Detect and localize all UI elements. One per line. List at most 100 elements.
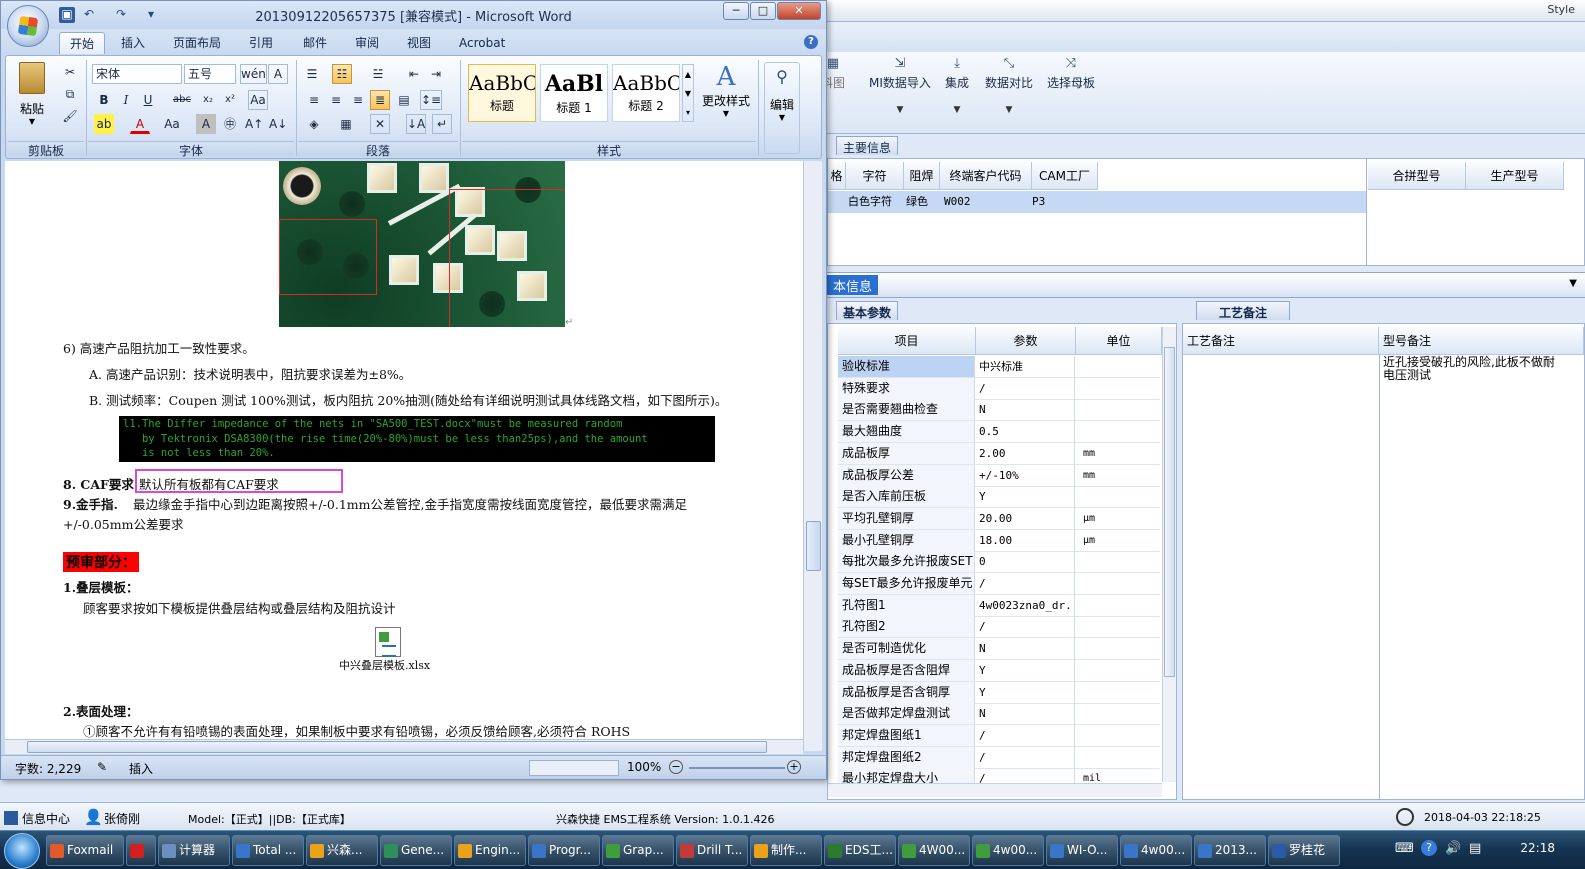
close-button[interactable]: ✕ [777, 2, 821, 20]
help-icon[interactable]: ? [804, 35, 818, 49]
start-button[interactable] [4, 833, 40, 869]
grid-header[interactable]: 格 [828, 162, 846, 190]
table-row[interactable]: 邦定焊盘图纸2/ [838, 746, 1160, 769]
horizontal-scrollbar[interactable] [828, 783, 1162, 797]
taskbar-button[interactable]: 罗桂花 [1268, 835, 1340, 866]
grid-header[interactable]: 生产型号 [1466, 162, 1564, 190]
taskbar-button[interactable]: Progr... [528, 835, 600, 866]
style-heading-1[interactable]: AaBl 标题 1 [540, 64, 608, 122]
taskbar-button[interactable]: 4w00... [972, 835, 1044, 866]
vertical-scrollbar[interactable] [1162, 327, 1176, 782]
taskbar-button[interactable]: Total ... [232, 835, 304, 866]
shading-icon[interactable]: ◈ [304, 114, 324, 134]
numbering-icon[interactable]: ☷ [332, 64, 352, 84]
table-row[interactable]: 邦定焊盘图纸1/ [838, 724, 1160, 747]
table-row[interactable]: 最小孔壁铜厚 18.00 μm [838, 529, 1160, 552]
tab-review[interactable]: 审阅 [345, 32, 389, 54]
decrease-indent-icon[interactable]: ⇤ [404, 64, 424, 84]
taskbar-button[interactable]: Grap... [602, 835, 674, 866]
param-value[interactable]: / [976, 573, 1075, 594]
param-value[interactable]: Y [976, 659, 1075, 681]
taskbar-button[interactable]: 兴森... [306, 835, 378, 866]
table-row[interactable]: 验收标准 中兴标准 [838, 356, 1160, 378]
info-center-label[interactable]: 信息中心 [22, 810, 70, 827]
font-color-icon[interactable]: A [130, 114, 150, 134]
style-menu[interactable]: Style [1547, 3, 1575, 16]
tab-insert[interactable]: 插入 [111, 32, 155, 54]
taskbar-button[interactable]: Engin... [454, 835, 526, 866]
style-heading-2[interactable]: AaBbC 标题 2 [612, 64, 680, 122]
model-note-text[interactable]: 近孔接受破孔的风险,此板不做耐电压测试 [1383, 356, 1563, 382]
taskbar-button[interactable]: WI-O... [1046, 835, 1118, 866]
taskbar-button[interactable]: 计算器 [158, 835, 230, 866]
param-value[interactable]: 0 [976, 551, 1075, 573]
grid-header-unit[interactable]: 单位 [1076, 327, 1162, 355]
param-value[interactable]: / [976, 724, 1075, 746]
enclose-char-icon[interactable]: ㊥ [220, 114, 240, 134]
grid-header[interactable]: 终端客户代码 [940, 162, 1032, 190]
paste-button[interactable]: 粘贴 ▼ [14, 62, 50, 132]
taskbar-button[interactable]: 4w00... [1120, 835, 1192, 866]
taskbar-button[interactable]: 4W00... [898, 835, 970, 866]
char-shading-icon[interactable]: A [196, 114, 216, 134]
tab-craft-notes[interactable]: 工艺备注 [1196, 301, 1291, 320]
align-center-icon[interactable]: ≡ [326, 90, 346, 110]
borders-icon[interactable]: ▦ [336, 114, 356, 134]
line-spacing-icon[interactable]: ↕≡ [420, 90, 443, 110]
align-left-icon[interactable]: ≡ [304, 90, 324, 110]
grid-header-item[interactable]: 项目 [838, 327, 976, 355]
multilevel-list-icon[interactable]: ☱ [368, 64, 388, 84]
table-row[interactable]: 每批次最多允许报废SET 0 [838, 551, 1160, 574]
office-button[interactable] [7, 5, 49, 47]
word-count[interactable]: 字数: 2,229 [15, 760, 81, 777]
grow-font-size-icon[interactable]: A↑ [244, 114, 264, 134]
table-row[interactable]: 是否可制造优化 N [838, 638, 1160, 661]
minimize-button[interactable]: ─ [723, 2, 749, 20]
param-value[interactable]: / [976, 746, 1075, 768]
volume-icon[interactable]: 🔊 [1445, 841, 1461, 856]
grid-header[interactable]: 阻焊 [904, 162, 940, 190]
document-page[interactable]: ↵ 6) 高速产品阻抗加工一致性要求。 A. 高速产品识别：技术说明表中，阻抗要… [5, 161, 803, 739]
tab-mailings[interactable]: 邮件 [293, 32, 337, 54]
scroll-thumb[interactable] [1164, 347, 1175, 677]
param-value[interactable]: +/-10% [976, 464, 1075, 486]
table-row[interactable]: 特殊要求 / [838, 377, 1160, 400]
zoom-level[interactable]: 100% [627, 760, 661, 774]
editing-button[interactable]: ⚲ 编辑 ▼ [764, 62, 800, 154]
tab-basic-params[interactable]: 基本参数 [836, 301, 899, 320]
grid-header-param[interactable]: 参数 [976, 327, 1076, 355]
bullets-icon[interactable]: ☰ [302, 64, 322, 84]
xlsx-filename[interactable]: 中兴叠层模板.xlsx [339, 657, 430, 673]
table-row[interactable]: 是否做邦定焊盘测试 N [838, 703, 1160, 726]
table-row[interactable]: 是否入库前压板 Y [838, 486, 1160, 509]
param-value[interactable]: N [976, 399, 1075, 421]
param-value[interactable]: Y [976, 486, 1075, 508]
table-row[interactable]: 白色字符 绿色 W002 P3 [828, 191, 1366, 213]
excel-file-icon[interactable] [375, 627, 401, 657]
zoom-out-icon[interactable]: − [669, 760, 683, 774]
taskbar-clock[interactable]: 22:18 [1520, 841, 1555, 855]
tab-home[interactable]: 开始 [59, 32, 106, 54]
param-value[interactable]: 2.00 [976, 442, 1075, 464]
chinese-layout-icon[interactable]: ✕ [370, 114, 390, 134]
grid-header[interactable]: CAM工厂 [1032, 162, 1098, 190]
align-right-icon[interactable]: ≡ [348, 90, 368, 110]
proofing-icon[interactable]: ✎ [97, 760, 107, 774]
font-name-select[interactable]: 宋体 [92, 64, 182, 84]
scroll-thumb[interactable] [806, 521, 821, 571]
justify-icon[interactable]: ≣ [370, 90, 390, 110]
copy-icon[interactable]: ⧉ [60, 84, 80, 104]
param-value[interactable]: Y [976, 681, 1075, 703]
scroll-thumb[interactable] [27, 741, 767, 753]
zoom-slider[interactable] [689, 767, 785, 769]
grow-font-icon[interactable]: wén [240, 64, 267, 84]
param-value[interactable]: / [976, 377, 1075, 399]
zoom-in-icon[interactable]: + [787, 760, 801, 774]
tab-page-layout[interactable]: 页面布局 [163, 32, 231, 54]
format-painter-icon[interactable]: 🖌 [60, 106, 80, 126]
table-row[interactable]: 成品板厚 2.00 mm [838, 442, 1160, 465]
italic-icon[interactable]: I [116, 90, 136, 110]
bold-icon[interactable]: B [94, 90, 114, 110]
network-icon[interactable]: ▤ [1469, 841, 1481, 856]
table-row[interactable]: 成品板厚是否含阻焊 Y [838, 659, 1160, 682]
